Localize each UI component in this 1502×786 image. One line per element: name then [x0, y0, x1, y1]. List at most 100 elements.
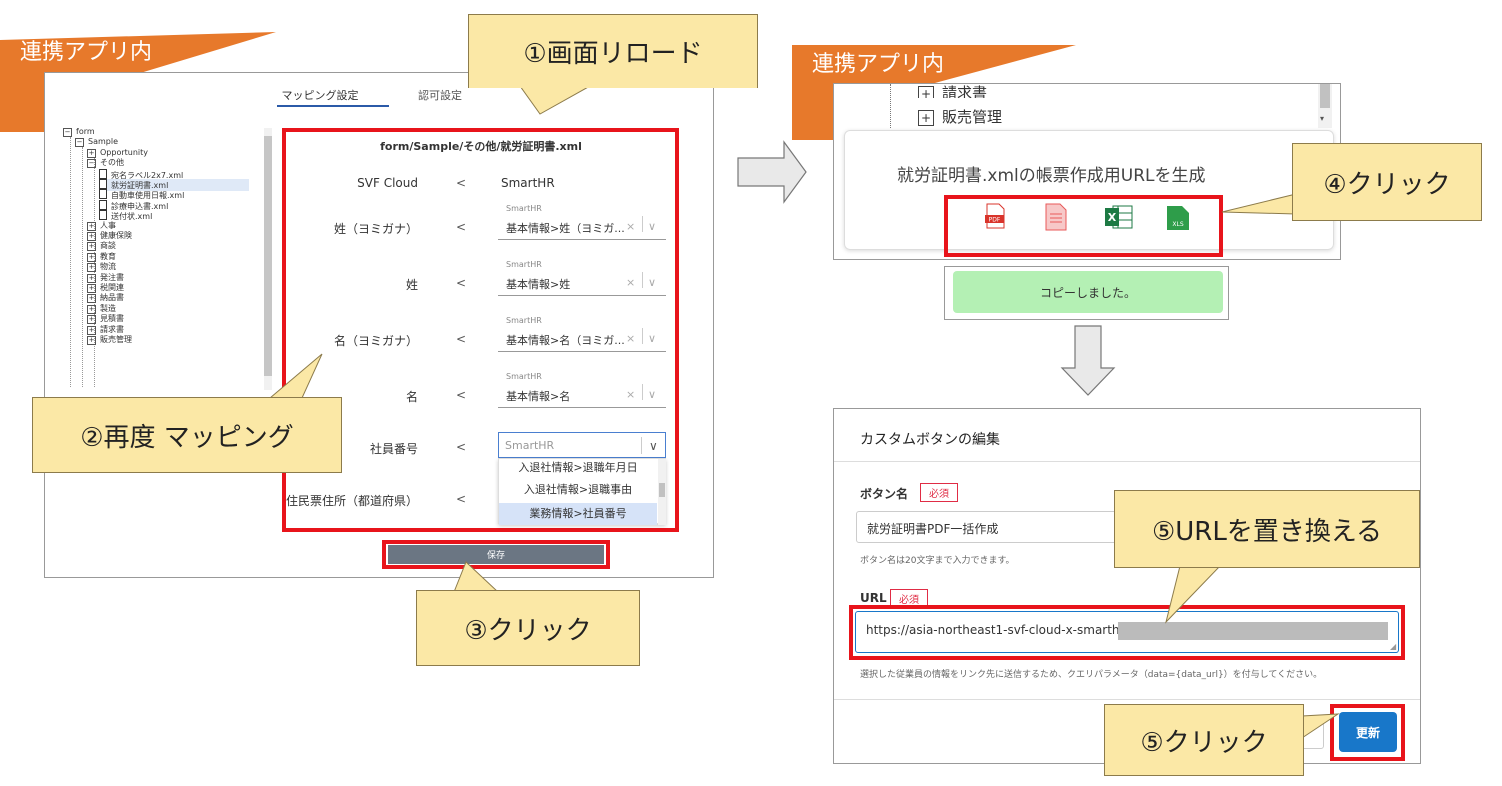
dropdown-option[interactable]: 入退社情報>退職年月日: [499, 459, 657, 473]
select-divider: [642, 328, 643, 344]
mapping-select[interactable]: SmartHR 基本情報>姓（ヨミガ... × ∨: [498, 202, 666, 240]
tree-item[interactable]: + 人事: [87, 221, 116, 231]
mapping-select[interactable]: SmartHR 基本情報>名（ヨミガ... × ∨: [498, 314, 666, 352]
collapse-icon[interactable]: −: [87, 159, 96, 169]
expand-icon[interactable]: +: [87, 294, 96, 304]
excel-icon[interactable]: X: [1105, 205, 1133, 229]
url-help: 選択した従業員の情報をリンク先に送信するため、クエリパラメータ（data={da…: [860, 670, 1323, 680]
chevron-down-icon[interactable]: ∨: [648, 332, 656, 345]
tree-item[interactable]: + 発注書: [87, 273, 124, 283]
document-icon[interactable]: [99, 199, 107, 210]
right-tree-scrollbar[interactable]: ▾: [1318, 84, 1332, 128]
xls-icon-label: XLS: [1172, 221, 1183, 228]
select-value: 基本情報>姓（ヨミガ...: [506, 222, 625, 235]
tree-item[interactable]: − その他: [87, 158, 124, 169]
tree-item[interactable]: + 請求書: [87, 325, 124, 335]
dropdown-option-selected[interactable]: 業務情報>社員番号: [499, 503, 657, 525]
tree-item-label: 商談: [100, 241, 116, 251]
left-section-tag: 連携アプリ内: [20, 40, 153, 65]
button-name-label: ボタン名: [860, 487, 909, 501]
collapse-icon[interactable]: −: [75, 138, 84, 148]
expand-icon[interactable]: +: [87, 232, 96, 241]
expand-icon[interactable]: +: [87, 148, 96, 158]
expand-icon[interactable]: +: [87, 304, 96, 314]
tree-guide: [82, 147, 83, 387]
expand-icon[interactable]: +: [87, 336, 96, 345]
callout-remap: ②再度 マッピング: [32, 397, 342, 473]
tree-item[interactable]: + 納品書: [87, 293, 124, 304]
tree-item[interactable]: + 商談: [87, 241, 116, 252]
right-scrollbar-thumb[interactable]: [1320, 84, 1330, 108]
tree-item[interactable]: + 見積書: [87, 314, 124, 325]
tree-item[interactable]: + 販売管理: [87, 335, 132, 345]
tree-item[interactable]: + Opportunity: [87, 148, 148, 158]
tree-item[interactable]: + 製造: [87, 304, 116, 314]
tab-authorization[interactable]: 認可設定: [405, 87, 475, 103]
document-icon[interactable]: [99, 210, 107, 221]
tree-item[interactable]: − Sample: [75, 137, 118, 148]
select-source: SmartHR: [506, 204, 542, 213]
button-name-input[interactable]: 就労証明書PDF一括作成: [856, 511, 1146, 543]
right-tree-item: + 販売管理: [918, 106, 1002, 127]
tree-item-label: その他: [100, 158, 124, 168]
document-icon[interactable]: [99, 168, 107, 179]
collapse-icon[interactable]: −: [63, 128, 72, 137]
pdf-icon[interactable]: PDF: [985, 203, 1005, 229]
clear-icon[interactable]: ×: [626, 332, 635, 345]
right-section-tag: 連携アプリ内: [812, 52, 945, 77]
right-tree-label[interactable]: 請求書: [942, 84, 987, 98]
expand-icon[interactable]: +: [87, 263, 96, 273]
update-button[interactable]: 更新: [1339, 712, 1397, 752]
xls-icon[interactable]: XLS: [1166, 205, 1190, 231]
tree-item[interactable]: + 健康保険: [87, 231, 132, 241]
expand-icon[interactable]: +: [918, 110, 934, 126]
tree-scrollbar-thumb[interactable]: [264, 136, 272, 376]
dropdown-scrollbar[interactable]: [658, 459, 666, 525]
button-name-help: ボタン名は20文字まで入力できます。: [860, 556, 1015, 566]
expand-icon[interactable]: +: [87, 315, 96, 325]
flow-arrow-down-icon: [1060, 325, 1116, 396]
tree-item[interactable]: − form: [63, 127, 95, 137]
tree-item[interactable]: + 物流: [87, 262, 116, 273]
clear-icon[interactable]: ×: [626, 388, 635, 401]
resize-handle-icon[interactable]: ◢: [1390, 642, 1396, 651]
tree-item[interactable]: + 教育: [87, 252, 116, 262]
expand-icon[interactable]: +: [87, 325, 96, 335]
chevron-down-icon[interactable]: ∨: [648, 388, 656, 401]
document-icon[interactable]: [99, 179, 107, 189]
tree-item-label: 送付状.xml: [111, 212, 153, 222]
button-name-value: 就労証明書PDF一括作成: [867, 522, 999, 536]
tree-item[interactable]: + 税関連: [87, 283, 124, 293]
expand-icon[interactable]: +: [87, 284, 96, 293]
expand-icon[interactable]: +: [918, 86, 934, 98]
tab-mapping[interactable]: マッピング設定: [280, 87, 360, 103]
pdf-doc-icon[interactable]: [1045, 203, 1067, 231]
document-icon[interactable]: [99, 189, 107, 200]
expand-icon[interactable]: +: [87, 252, 96, 262]
tree-scrollbar[interactable]: [264, 128, 272, 390]
callout-tail: [520, 86, 590, 115]
chevron-down-icon[interactable]: ∨: [648, 276, 656, 289]
expand-icon[interactable]: +: [87, 242, 96, 252]
dropdown-scrollbar-thumb[interactable]: [659, 483, 665, 497]
scroll-down-icon[interactable]: ▾: [1320, 114, 1324, 123]
clear-icon[interactable]: ×: [626, 276, 635, 289]
right-tree-label[interactable]: 販売管理: [942, 108, 1002, 126]
callout-tail: [453, 561, 500, 593]
tree-item-label: Sample: [88, 137, 118, 147]
mapping-row: 姓 < SmartHR 基本情報>姓 × ∨: [288, 256, 674, 310]
clear-icon[interactable]: ×: [626, 220, 635, 233]
select-value: 基本情報>名（ヨミガ...: [506, 334, 625, 347]
mapping-select[interactable]: SmartHR 基本情報>名 × ∨: [498, 370, 666, 408]
chevron-down-icon[interactable]: ∨: [649, 439, 658, 453]
mapping-select[interactable]: SmartHR 基本情報>姓 × ∨: [498, 258, 666, 296]
tree-guide: [890, 84, 891, 128]
chevron-down-icon[interactable]: ∨: [648, 220, 656, 233]
expand-icon[interactable]: +: [87, 221, 96, 231]
col-header-smarthr: SmartHR: [501, 176, 555, 190]
expand-icon[interactable]: +: [87, 273, 96, 283]
url-input[interactable]: https://asia-northeast1-svf-cloud-x-smar…: [855, 611, 1399, 653]
employee-select[interactable]: SmartHR ∨: [498, 432, 666, 458]
active-tab-underline: [277, 105, 389, 107]
dropdown-option[interactable]: 入退社情報>退職事由: [499, 481, 657, 497]
